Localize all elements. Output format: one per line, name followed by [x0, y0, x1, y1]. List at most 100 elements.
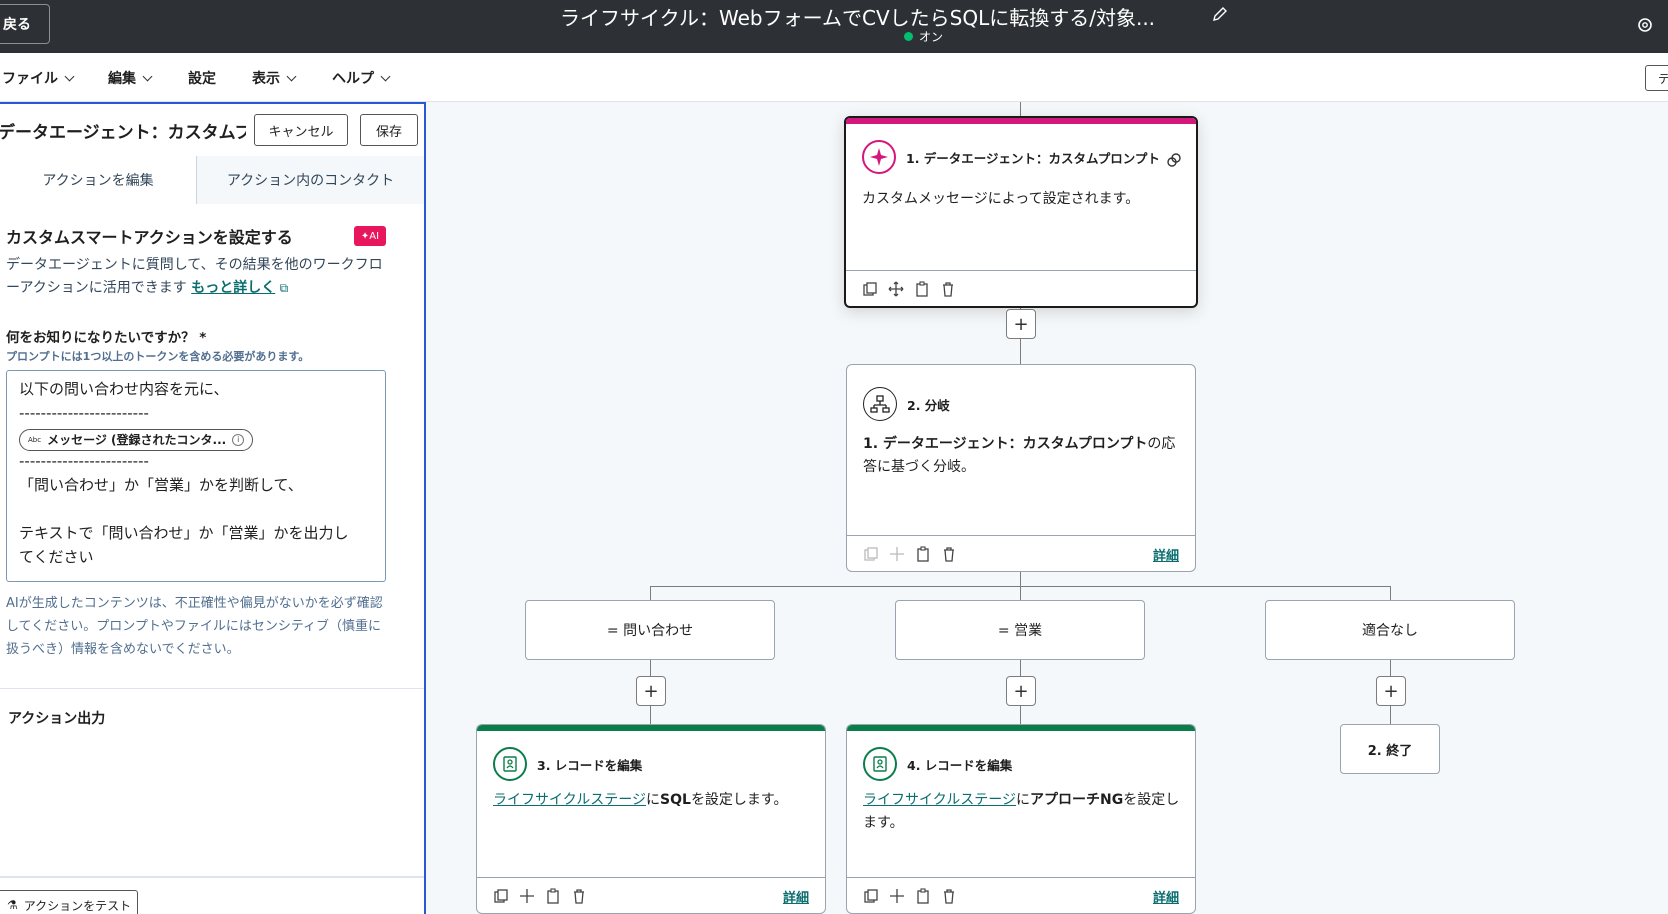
action-card-edit-record-sql[interactable]: 3. レコードを編集 ライフサイクルステージにSQLを設定します。 詳細 — [476, 724, 826, 914]
workflow-canvas[interactable]: 1. データエージェント：カスタムプロンプト カスタムメッセージによって設定され… — [428, 102, 1668, 914]
card-title: 4. レコードを編集 — [907, 757, 1013, 773]
prompt-line: 「問い合わせ」か「営業」かを判断して、 — [19, 476, 303, 494]
menu-settings-label: 設定 — [188, 71, 216, 87]
prompt-separator: ------------------------ — [19, 404, 149, 422]
card-footer: 詳細 — [847, 535, 1195, 571]
prompt-line: てください — [19, 548, 94, 566]
prompt-line: 以下の問い合わせ内容を元に、 — [19, 380, 229, 398]
prompt-input[interactable]: 以下の問い合わせ内容を元に、 ------------------------ … — [6, 370, 386, 582]
prompt-token-line: Abc メッセージ (登録されたコンタ... i — [19, 425, 373, 451]
tab-contacts-in-action[interactable]: アクション内のコンタクト — [196, 156, 424, 204]
ai-badge: ✦ AI — [354, 226, 386, 246]
card-body: ライフサイクルステージにSQLを設定します。 — [493, 789, 811, 812]
test-action-button[interactable]: ⚗ アクションをテスト — [0, 890, 138, 914]
menu-file[interactable]: ファイル — [2, 68, 75, 88]
card-title: 3. レコードを編集 — [537, 757, 643, 773]
move-icon[interactable] — [889, 888, 905, 904]
clipboard-icon[interactable] — [915, 888, 931, 904]
tab-edit-action[interactable]: アクションを編集 — [0, 156, 196, 204]
menu-bar: ファイル 編集 設定 表示 ヘルプ テ — [0, 53, 1668, 102]
end-box[interactable]: 2. 終了 — [1340, 724, 1440, 774]
property-link[interactable]: ライフサイクルステージ — [493, 792, 646, 808]
body-bold: 1. データエージェント：カスタムプロンプト — [863, 436, 1148, 452]
chevron-down-icon — [380, 71, 391, 81]
move-icon[interactable] — [888, 281, 904, 297]
test-action-label: アクションをテスト — [23, 898, 132, 913]
chevron-down-icon — [286, 71, 297, 81]
menu-view-label: 表示 — [252, 71, 280, 87]
move-icon[interactable] — [519, 888, 535, 904]
prompt-blank-line — [19, 497, 373, 521]
card-title: 2. 分岐 — [907, 397, 950, 413]
back-button[interactable]: 戻る — [0, 4, 50, 44]
action-card-edit-record-ng[interactable]: 4. レコードを編集 ライフサイクルステージにアプローチNGを設定します。 詳細 — [846, 724, 1196, 914]
ai-badge-label: AI — [369, 230, 380, 242]
branch-no-match[interactable]: 適合なし — [1265, 600, 1515, 660]
gear-icon[interactable] — [1636, 16, 1654, 34]
card-header: 4. レコードを編集 — [863, 747, 1012, 781]
prompt-separator: ------------------------ — [19, 452, 149, 470]
add-action-button[interactable]: + — [1006, 309, 1036, 339]
action-output-title: アクション出力 — [8, 711, 106, 727]
panel-tabs: アクションを編集 アクション内のコンタクト — [0, 156, 424, 204]
branch-sales[interactable]: = 営業 — [895, 600, 1145, 660]
record-icon — [493, 747, 527, 781]
message-token[interactable]: Abc メッセージ (登録されたコンタ... i — [19, 429, 254, 451]
sparkle-icon — [862, 140, 896, 174]
copy-icon[interactable] — [493, 888, 509, 904]
card-header: 2. 分岐 — [863, 387, 950, 421]
ai-disclaimer: AIが生成したコンテンツは、不正確性や偏見がないかを必ず確認してください。プロン… — [6, 596, 383, 657]
trash-icon[interactable] — [571, 888, 587, 904]
branch-icon — [863, 387, 897, 421]
action-card-data-agent[interactable]: 1. データエージェント：カスタムプロンプト カスタムメッセージによって設定され… — [844, 116, 1198, 308]
prompt-line: テキストで「問い合わせ」か「営業」かを出力し — [19, 524, 349, 542]
card-body: カスタムメッセージによって設定されます。 — [862, 191, 1140, 207]
copy-icon[interactable] — [862, 281, 878, 297]
pencil-icon[interactable] — [1212, 6, 1228, 22]
card-footer: 詳細 — [477, 877, 825, 913]
clipboard-icon[interactable] — [914, 281, 930, 297]
menu-file-label: ファイル — [2, 71, 58, 87]
move-icon — [890, 547, 904, 561]
trash-icon[interactable] — [941, 546, 957, 562]
copy-icon[interactable] — [863, 888, 879, 904]
workflow-title: ライフサイクル：WebフォームでCVしたらSQLに転換する/対象... — [560, 6, 1156, 30]
add-action-button[interactable]: + — [636, 676, 666, 706]
flask-icon: ⚗ — [7, 898, 18, 912]
trash-icon[interactable] — [941, 888, 957, 904]
menu-view[interactable]: 表示 — [252, 68, 297, 88]
panel-title: データエージェント：カスタムプ... — [0, 123, 246, 143]
detail-link[interactable]: 詳細 — [1153, 887, 1179, 906]
card-footer: 詳細 — [847, 877, 1195, 913]
clipboard-icon[interactable] — [545, 888, 561, 904]
card-body: ライフサイクルステージにアプローチNGを設定します。 — [863, 789, 1181, 835]
card-footer — [846, 270, 1196, 306]
menu-settings[interactable]: 設定 — [188, 68, 216, 88]
learn-more-link[interactable]: もっと詳しく — [191, 280, 275, 296]
body-value: SQL — [660, 792, 691, 808]
detail-link[interactable]: 詳細 — [783, 887, 809, 906]
branch-inquiry[interactable]: = 問い合わせ — [525, 600, 775, 660]
menu-help[interactable]: ヘルプ — [332, 68, 391, 88]
status-dot — [904, 32, 913, 41]
chevron-down-icon — [64, 71, 75, 81]
add-action-button[interactable]: + — [1006, 676, 1036, 706]
action-card-branch[interactable]: 2. 分岐 1. データエージェント：カスタムプロンプトの応答に基づく分岐。 詳… — [846, 364, 1196, 572]
trash-icon[interactable] — [940, 281, 956, 297]
connector-line — [1020, 572, 1021, 586]
detail-link[interactable]: 詳細 — [1153, 545, 1179, 564]
connector-line — [1020, 102, 1021, 116]
prompt-field-help: プロンプトには1つ以上のトークンを含める必要があります。 — [6, 350, 310, 363]
cancel-button[interactable]: キャンセル — [254, 114, 348, 146]
body-value: アプローチNG — [1030, 792, 1124, 808]
menu-edit[interactable]: 編集 — [108, 68, 153, 88]
menu-help-label: ヘルプ — [332, 71, 374, 87]
add-action-button[interactable]: + — [1376, 676, 1406, 706]
clipboard-icon[interactable] — [915, 546, 931, 562]
status-label: オン — [919, 30, 944, 44]
info-icon[interactable]: i — [232, 434, 245, 446]
menu-right-button[interactable]: テ — [1645, 65, 1668, 91]
link-icon[interactable] — [1166, 152, 1182, 168]
save-button[interactable]: 保存 — [360, 114, 418, 146]
property-link[interactable]: ライフサイクルステージ — [863, 792, 1016, 808]
